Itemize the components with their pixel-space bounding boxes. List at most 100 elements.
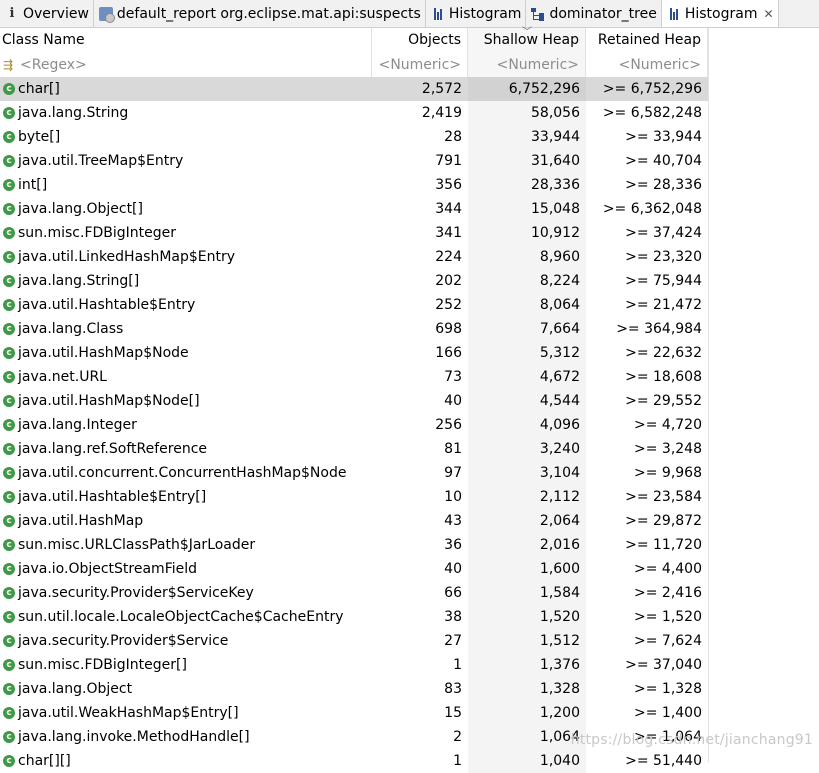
class-name-cell: c java.util.Hashtable$Entry xyxy=(0,293,372,317)
table-row[interactable]: c sun.misc.URLClassPath$JarLoader 36 2,016 >… xyxy=(0,533,708,557)
shallow-heap-cell: 8,960 xyxy=(468,245,586,269)
objects-cell: 73 xyxy=(444,369,462,385)
table-row[interactable]: c java.util.Hashtable$Entry[] 10 2,112 >= 23… xyxy=(0,485,708,509)
class-name: java.security.Provider$ServiceKey xyxy=(18,585,254,601)
class-icon: c xyxy=(3,539,15,551)
objects-cell: 97 xyxy=(444,465,462,481)
shallow-heap-cell: 1,512 xyxy=(468,629,586,653)
objects-filter-input[interactable]: <Numeric> xyxy=(372,53,468,77)
table-row[interactable]: c sun.util.locale.LocaleObjectCache$Cache… xyxy=(0,605,708,629)
table-header: Class Name Objects ﹀ Shallow Heap Retain… xyxy=(0,27,708,53)
table-row[interactable]: c java.util.HashMap 43 2,064 >= 29,872 xyxy=(0,509,708,533)
table-row[interactable]: c java.lang.Class 698 7,664 >= 364,984 xyxy=(0,317,708,341)
retained-heap-cell: >= 22,632 xyxy=(625,345,702,361)
table-row[interactable]: c java.util.TreeMap$Entry 791 31,640 >= 40,7… xyxy=(0,149,708,173)
column-header-retained-heap[interactable]: Retained Heap xyxy=(586,28,708,53)
objects-cell: 2,572 xyxy=(421,81,462,97)
tab-histogram[interactable]: Histogram xyxy=(426,0,527,27)
class-name: sun.misc.FDBigInteger[] xyxy=(18,657,187,673)
column-header-objects[interactable]: Objects xyxy=(372,28,468,53)
sort-descending-icon: ﹀ xyxy=(522,27,532,38)
objects-cell: 344 xyxy=(435,201,462,217)
class-icon: c xyxy=(3,587,15,599)
retained-heap-cell: >= 18,608 xyxy=(625,369,702,385)
class-name-cell: c sun.util.locale.LocaleObjectCache$Cache… xyxy=(0,605,372,629)
class-icon: c xyxy=(3,83,15,95)
retained-heap-cell: >= 7,624 xyxy=(634,633,702,649)
table-row[interactable]: c int[] 356 28,336 >= 28,336 xyxy=(0,173,708,197)
table-row[interactable]: c java.lang.ref.SoftReference 81 3,240 >= 3,… xyxy=(0,437,708,461)
retained-heap-cell: >= 9,968 xyxy=(634,465,702,481)
table-row[interactable]: c java.lang.String 2,419 58,056 >= 6,582,248 xyxy=(0,101,708,125)
tab-overview[interactable]: i Overview xyxy=(0,0,94,27)
objects-cell: 38 xyxy=(444,609,462,625)
table-row[interactable]: c java.util.LinkedHashMap$Entry 224 8,960 >=… xyxy=(0,245,708,269)
tab-dominator-tree[interactable]: dominator_tree xyxy=(526,0,662,27)
class-name-cell: c java.net.URL xyxy=(0,365,372,389)
class-name: sun.util.locale.LocaleObjectCache$CacheE… xyxy=(18,609,344,625)
table-row[interactable]: c java.io.ObjectStreamField 40 1,600 >= 4,40… xyxy=(0,557,708,581)
table-row[interactable]: c sun.misc.FDBigInteger 341 10,912 >= 37,424 xyxy=(0,221,708,245)
regex-filter-cell[interactable]: ⇶ <Regex> xyxy=(0,53,372,77)
table-row[interactable]: c char[][] 1 1,040 >= 51,440 xyxy=(0,749,708,773)
tab-histogram-active[interactable]: Histogram ✕ xyxy=(661,0,779,27)
class-name: java.util.concurrent.ConcurrentHashMap$N… xyxy=(18,465,347,481)
report-icon xyxy=(98,6,115,23)
table-row[interactable]: c java.lang.Integer 256 4,096 >= 4,720 xyxy=(0,413,708,437)
table-row[interactable]: c java.util.Hashtable$Entry 252 8,064 >= 21,… xyxy=(0,293,708,317)
shallow-heap-filter-input[interactable]: <Numeric> xyxy=(468,53,586,77)
table-row[interactable]: c java.util.WeakHashMap$Entry[] 15 1,200 >= … xyxy=(0,701,708,725)
class-name: java.io.ObjectStreamField xyxy=(18,561,198,577)
class-name-cell: c char[] xyxy=(0,77,372,101)
retained-heap-filter-input[interactable]: <Numeric> xyxy=(586,53,708,77)
class-name: sun.misc.URLClassPath$JarLoader xyxy=(18,537,256,553)
class-name-cell: c java.lang.ref.SoftReference xyxy=(0,437,372,461)
table-row[interactable]: c java.net.URL 73 4,672 >= 18,608 xyxy=(0,365,708,389)
retained-heap-cell: >= 21,472 xyxy=(625,297,702,313)
table-row[interactable]: c java.util.concurrent.ConcurrentHashMap$… xyxy=(0,461,708,485)
class-name: java.lang.Object[] xyxy=(18,201,143,217)
column-header-class-name[interactable]: Class Name xyxy=(0,28,372,53)
class-name-cell: c char[][] xyxy=(0,749,372,773)
shallow-heap-cell: 31,640 xyxy=(468,149,586,173)
close-icon[interactable]: ✕ xyxy=(763,7,773,21)
objects-cell: 66 xyxy=(444,585,462,601)
tab-default-report[interactable]: default_report org.eclipse.mat.api:suspe… xyxy=(94,0,426,27)
objects-cell: 1 xyxy=(453,753,462,769)
objects-cell: 40 xyxy=(444,561,462,577)
table-row[interactable]: c java.lang.Object 83 1,328 >= 1,328 xyxy=(0,677,708,701)
table-row[interactable]: c java.lang.String[] 202 8,224 >= 75,944 xyxy=(0,269,708,293)
table-row[interactable]: c java.util.HashMap$Node 166 5,312 >= 22,632 xyxy=(0,341,708,365)
shallow-heap-cell: 1,200 xyxy=(468,701,586,725)
objects-cell: 27 xyxy=(444,633,462,649)
shallow-heap-cell: 4,672 xyxy=(468,365,586,389)
table-row[interactable]: c java.util.HashMap$Node[] 40 4,544 >= 29,55… xyxy=(0,389,708,413)
table-row[interactable]: c byte[] 28 33,944 >= 33,944 xyxy=(0,125,708,149)
class-name-cell: c java.util.HashMap xyxy=(0,509,372,533)
class-icon: c xyxy=(3,323,15,335)
class-name-cell: c java.lang.invoke.MethodHandle[] xyxy=(0,725,372,749)
shallow-heap-cell: 6,752,296 xyxy=(468,77,586,101)
column-header-shallow-heap[interactable]: ﹀ Shallow Heap xyxy=(468,27,586,53)
table-row[interactable]: c java.lang.Object[] 344 15,048 >= 6,362,048 xyxy=(0,197,708,221)
table-row[interactable]: c java.security.Provider$ServiceKey 66 1,58… xyxy=(0,581,708,605)
objects-cell: 81 xyxy=(444,441,462,457)
class-icon: c xyxy=(3,131,15,143)
objects-cell: 43 xyxy=(444,513,462,529)
class-icon: c xyxy=(3,563,15,575)
class-name: java.net.URL xyxy=(18,369,107,385)
regex-filter-input[interactable]: <Regex> xyxy=(20,53,87,77)
table-row[interactable]: c char[] 2,572 6,752,296 >= 6,752,296 xyxy=(0,77,708,101)
retained-heap-cell: >= 37,040 xyxy=(625,657,702,673)
objects-cell: 36 xyxy=(444,537,462,553)
shallow-heap-cell: 2,064 xyxy=(468,509,586,533)
info-icon: i xyxy=(9,6,15,21)
table-row[interactable]: c java.security.Provider$Service 27 1,512 >=… xyxy=(0,629,708,653)
retained-heap-cell: >= 4,400 xyxy=(634,561,702,577)
class-name: java.lang.ref.SoftReference xyxy=(18,441,208,457)
class-name: java.lang.Integer xyxy=(18,417,137,433)
objects-cell: 252 xyxy=(435,297,462,313)
tab-label: default_report org.eclipse.mat.api:suspe… xyxy=(116,5,421,22)
table-row[interactable]: c sun.misc.FDBigInteger[] 1 1,376 >= 37,040 xyxy=(0,653,708,677)
class-icon: c xyxy=(3,683,15,695)
